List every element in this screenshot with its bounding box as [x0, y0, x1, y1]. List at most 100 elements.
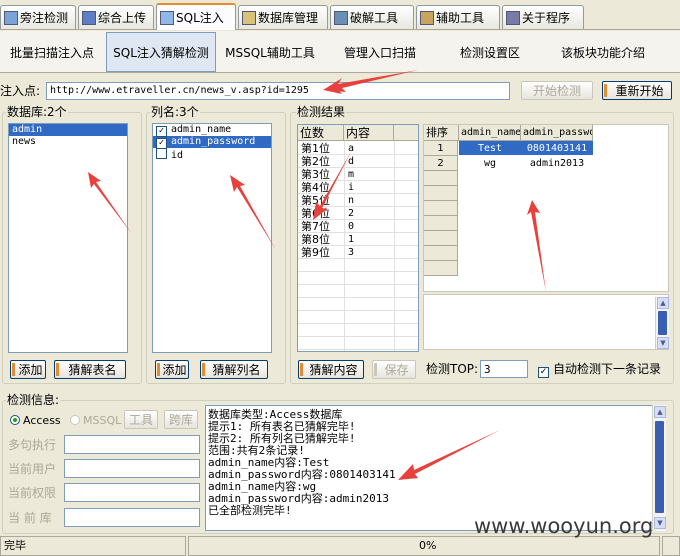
- row-header[interactable]: 2: [424, 156, 458, 171]
- start-detect-button[interactable]: 开始检测: [521, 81, 593, 100]
- subtab-batch-scan[interactable]: 批量扫描注入点: [2, 32, 102, 72]
- table-cell[interactable]: 第2位: [301, 155, 345, 168]
- column-header[interactable]: 内容: [344, 125, 394, 141]
- row-header[interactable]: [424, 186, 458, 201]
- table-cell[interactable]: n: [348, 194, 392, 207]
- row-header[interactable]: [424, 261, 458, 276]
- table-cell[interactable]: 第5位: [301, 194, 345, 207]
- table-cell[interactable]: 0801403141: [521, 142, 593, 155]
- tab-database[interactable]: 数据库管理: [238, 5, 328, 29]
- table-cell[interactable]: 第9位: [301, 246, 345, 259]
- log-output[interactable]: 数据库类型:Access数据库 提示1: 所有表名已猜解完毕! 提示2: 所有列…: [205, 405, 653, 531]
- subtab-help[interactable]: 该板块功能介绍: [548, 32, 658, 72]
- column-header[interactable]: 位数: [298, 125, 344, 141]
- record-grid[interactable]: 排序 admin_name admin_password 12Test08014…: [423, 124, 669, 292]
- database-title: 数据库:2个: [6, 105, 68, 119]
- row-header[interactable]: [424, 216, 458, 231]
- subtab-settings[interactable]: 检测设置区: [440, 32, 540, 72]
- table-cell[interactable]: 0: [348, 220, 392, 233]
- upload-icon: [82, 10, 96, 25]
- table-cell[interactable]: d: [348, 155, 392, 168]
- guess-content-button[interactable]: 猜解内容: [298, 360, 364, 379]
- list-item[interactable]: admin: [9, 124, 127, 136]
- record-scrollbar[interactable]: ▲ ▼: [655, 297, 669, 349]
- radio-mssql[interactable]: MSSQL: [70, 414, 121, 428]
- row-header[interactable]: [424, 201, 458, 216]
- tab-upload[interactable]: 综合上传: [78, 5, 154, 29]
- table-cell[interactable]: a: [348, 142, 392, 155]
- table-cell[interactable]: 1: [348, 233, 392, 246]
- table-cell[interactable]: Test: [459, 142, 521, 155]
- subtab-mssql-tools[interactable]: MSSQL辅助工具: [220, 32, 320, 72]
- table-cell[interactable]: wg: [459, 157, 521, 170]
- add-table-button[interactable]: 添加: [10, 360, 46, 379]
- scroll-up-icon[interactable]: ▲: [657, 297, 669, 309]
- database-icon: [242, 10, 256, 25]
- column-title: 列名:3个: [150, 105, 200, 119]
- about-icon: [506, 10, 520, 25]
- table-cell[interactable]: i: [348, 181, 392, 194]
- table-cell[interactable]: 2: [348, 207, 392, 220]
- tab-about[interactable]: 关于程序: [502, 5, 584, 29]
- subtab-sql-guess[interactable]: SQL注入猜解检测: [106, 32, 216, 72]
- current-perm-field[interactable]: [64, 483, 200, 502]
- column-header[interactable]: admin_password: [521, 125, 593, 141]
- table-cell[interactable]: 第3位: [301, 168, 345, 181]
- list-item[interactable]: ✓ admin_password: [153, 136, 271, 149]
- scroll-thumb[interactable]: [655, 421, 664, 513]
- grid-line: [298, 349, 418, 350]
- table-cell[interactable]: 第4位: [301, 181, 345, 194]
- cross-db-button[interactable]: 跨库: [164, 410, 198, 429]
- grid-line: [298, 297, 418, 298]
- checkbox-checked[interactable]: ✓: [156, 126, 167, 137]
- auto-next-checkbox[interactable]: ✓: [538, 367, 549, 378]
- column-header[interactable]: 排序: [424, 125, 459, 141]
- row-header[interactable]: [424, 231, 458, 246]
- save-button[interactable]: 保存: [372, 360, 416, 379]
- scroll-up-icon[interactable]: ▲: [654, 406, 666, 418]
- radio-on-icon[interactable]: [10, 415, 20, 425]
- row-header[interactable]: [424, 246, 458, 261]
- current-db-field[interactable]: [64, 508, 200, 527]
- table-cell[interactable]: 第6位: [301, 207, 345, 220]
- inject-url-input[interactable]: http://www.etraveller.cn/news_v.asp?id=1…: [46, 82, 510, 100]
- list-item[interactable]: id: [153, 148, 271, 161]
- guess-columns-button[interactable]: 猜解列名: [200, 360, 268, 379]
- tab-crack[interactable]: 破解工具: [330, 5, 414, 29]
- sub-tab-bar: 批量扫描注入点 SQL注入猜解检测 MSSQL辅助工具 管理入口扫描 检测设置区…: [0, 31, 680, 73]
- column-list[interactable]: ✓ admin_name ✓ admin_password id: [152, 123, 272, 353]
- list-item[interactable]: ✓ admin_name: [153, 124, 271, 137]
- radio-off-icon[interactable]: [70, 415, 80, 425]
- table-cell[interactable]: 3: [348, 246, 392, 259]
- table-cell[interactable]: admin2013: [521, 157, 593, 170]
- checkbox-unchecked[interactable]: [156, 148, 167, 159]
- table-cell[interactable]: 第1位: [301, 142, 345, 155]
- log-scrollbar[interactable]: ▲ ▼: [652, 405, 666, 531]
- restart-button[interactable]: 重新开始: [602, 81, 672, 100]
- scroll-down-icon[interactable]: ▼: [657, 337, 669, 349]
- top-count-input[interactable]: 3: [480, 360, 528, 378]
- table-list[interactable]: admin news: [8, 123, 128, 353]
- guess-tables-button[interactable]: 猜解表名: [54, 360, 126, 379]
- tab-sidenote[interactable]: 旁注检测: [0, 5, 76, 29]
- tool-button[interactable]: 工具: [124, 410, 158, 429]
- row-header[interactable]: [424, 171, 458, 186]
- multi-exec-field[interactable]: [64, 435, 200, 454]
- table-cell[interactable]: m: [348, 168, 392, 181]
- column-header[interactable]: admin_name: [459, 125, 521, 141]
- position-grid[interactable]: 位数 内容 第1位 a 第2位 d 第3位 m 第4位 i 第5位 n 第6位 2 第7位 0 第8位 1 第9…: [297, 124, 419, 352]
- add-column-button[interactable]: 添加: [155, 360, 189, 379]
- table-cell[interactable]: 第8位: [301, 233, 345, 246]
- scroll-down-icon[interactable]: ▼: [654, 517, 666, 529]
- list-item[interactable]: news: [9, 136, 127, 148]
- subtab-admin-scan[interactable]: 管理入口扫描: [330, 32, 430, 72]
- auto-next-option[interactable]: ✓ 自动检测下一条记录: [538, 362, 661, 378]
- radio-access[interactable]: Access: [10, 414, 61, 428]
- row-header[interactable]: 1: [424, 141, 458, 156]
- current-user-field[interactable]: [64, 459, 200, 478]
- scroll-thumb[interactable]: [658, 311, 667, 335]
- tab-sql-injection[interactable]: SQL注入: [156, 3, 236, 30]
- current-db-label: 当 前 库: [8, 511, 52, 525]
- table-cell[interactable]: 第7位: [301, 220, 345, 233]
- tab-tools[interactable]: 辅助工具: [416, 5, 500, 29]
